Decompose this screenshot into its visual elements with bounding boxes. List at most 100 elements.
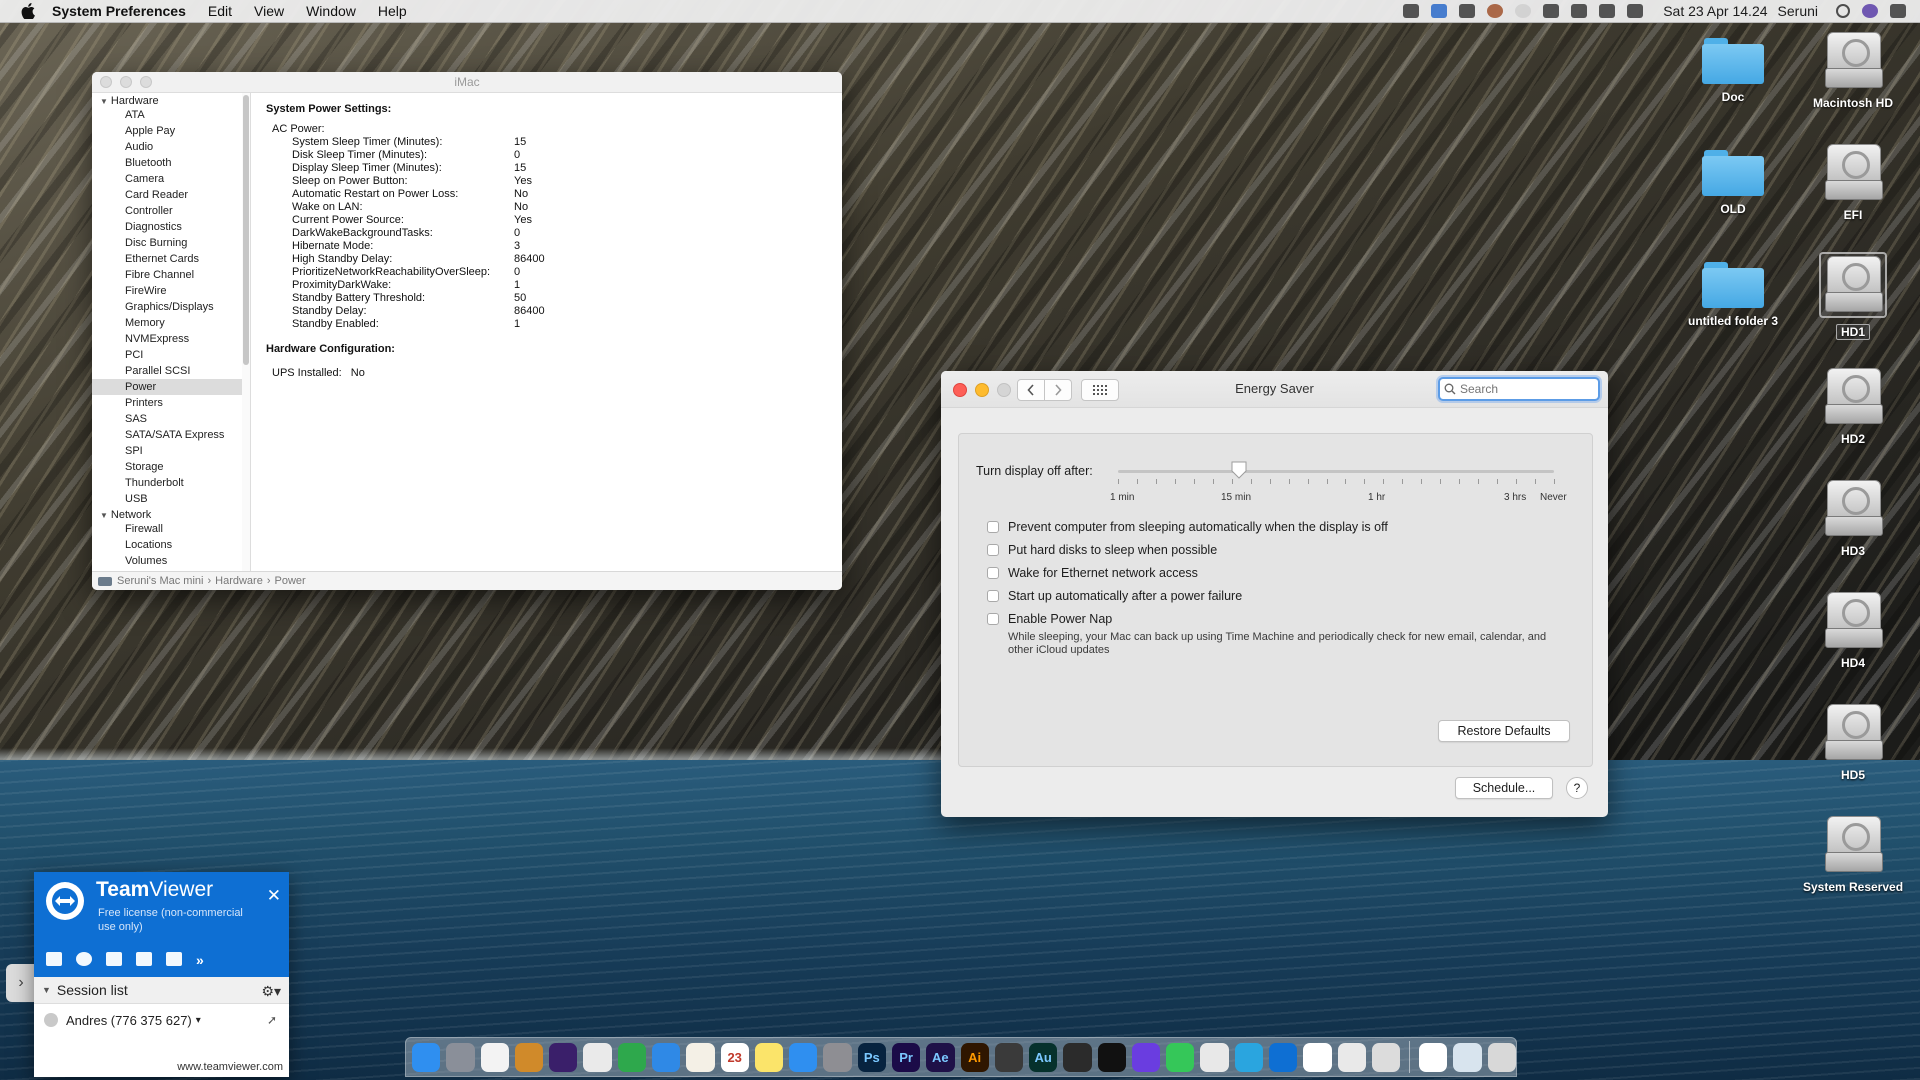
dock-chrome-icon[interactable] [1200, 1042, 1229, 1072]
pointer-arrow-icon[interactable]: ➚ [267, 1013, 277, 1027]
dock-messages-icon[interactable] [1166, 1042, 1195, 1072]
activity-icon[interactable] [1571, 4, 1588, 18]
chat-icon[interactable] [106, 952, 122, 966]
sidebar-item[interactable]: Bluetooth [92, 155, 242, 171]
close-button[interactable] [100, 76, 112, 88]
dock-calendar-icon[interactable]: 23 [720, 1042, 749, 1072]
tree-group-network[interactable]: Network [92, 507, 242, 521]
minimize-button[interactable] [120, 76, 132, 88]
menu-user[interactable]: Seruni [1778, 3, 1818, 19]
sidebar-item[interactable]: Disc Burning [92, 235, 242, 251]
status-app-icon[interactable] [1403, 4, 1420, 18]
desktop-folder-untitled-3[interactable]: untitled folder 3 [1668, 262, 1798, 328]
desktop-drive-hd1[interactable]: HD1 [1788, 252, 1918, 340]
cursor-icon[interactable] [1543, 4, 1560, 18]
dock-app-icon[interactable] [549, 1042, 578, 1072]
dock-app4-icon[interactable] [1303, 1042, 1332, 1072]
sidebar-item[interactable]: Audio [92, 139, 242, 155]
dock-system-preferences-icon[interactable] [823, 1042, 852, 1072]
tools-icon[interactable] [166, 952, 182, 966]
option-prevent-sleep[interactable]: Prevent computer from sleeping automatic… [987, 520, 1388, 534]
menu-clock[interactable]: Sat 23 Apr 14.24 [1663, 3, 1767, 19]
sidebar-item[interactable]: Thunderbolt [92, 475, 242, 491]
display-sleep-slider[interactable] [1118, 470, 1554, 473]
dock-launchpad-icon[interactable] [446, 1042, 475, 1072]
session-contact[interactable]: Andres (776 375 627) ▾ ➚ [34, 1004, 289, 1036]
sidebar-item[interactable]: Controller [92, 203, 242, 219]
dock-safari-icon[interactable] [651, 1042, 681, 1072]
option-startup-power-failure[interactable]: Start up automatically after a power fai… [987, 589, 1242, 603]
dock-app6-icon[interactable] [1371, 1042, 1401, 1072]
menu-edit[interactable]: Edit [208, 3, 232, 19]
checkbox[interactable] [987, 567, 999, 579]
sidebar-item[interactable]: Parallel SCSI [92, 363, 242, 379]
sidebar-item[interactable]: PCI [92, 347, 242, 363]
sidebar-scrollbar[interactable] [242, 93, 251, 571]
sidebar-item[interactable]: Locations [92, 537, 242, 553]
menu-window[interactable]: Window [306, 3, 356, 19]
dock-game-icon[interactable] [514, 1042, 544, 1072]
cloud-icon[interactable] [1515, 4, 1532, 18]
dropbox-icon[interactable] [1459, 4, 1476, 18]
sidebar-item[interactable]: USB [92, 491, 242, 507]
desktop-folder-doc[interactable]: Doc [1668, 38, 1798, 104]
clipboard-icon[interactable] [136, 952, 152, 966]
sidebar-item[interactable]: Printers [92, 395, 242, 411]
dock-trash-icon[interactable] [1487, 1042, 1516, 1072]
gear-icon[interactable]: ⚙▾ [261, 983, 281, 1000]
zoom-button[interactable] [140, 76, 152, 88]
scrollbar-thumb[interactable] [243, 95, 249, 365]
desktop-drive-hd5[interactable]: HD5 [1788, 704, 1918, 782]
status-app2-icon[interactable] [1487, 4, 1504, 18]
sidebar-item[interactable]: SAS [92, 411, 242, 427]
dock-app-store-icon[interactable] [789, 1042, 818, 1072]
sidebar-item[interactable]: SATA/SATA Express [92, 427, 242, 443]
dock-photoshop-icon[interactable]: Ps [857, 1042, 886, 1072]
dock-finder-icon[interactable] [412, 1042, 441, 1072]
dock-final-cut-icon[interactable] [994, 1042, 1024, 1072]
schedule-button[interactable]: Schedule... [1455, 777, 1553, 799]
search-field[interactable] [1438, 377, 1600, 401]
help-button[interactable]: ? [1566, 777, 1588, 799]
dock-numbers-icon[interactable] [617, 1042, 646, 1072]
dock-telegram-icon[interactable] [1234, 1042, 1264, 1072]
volume-icon[interactable] [1627, 4, 1644, 18]
window-titlebar[interactable]: Energy Saver [941, 371, 1608, 408]
desktop-drive-efi[interactable]: EFI [1788, 144, 1918, 222]
session-list-header[interactable]: ▼ Session list ⚙▾ [34, 977, 289, 1004]
chevron-down-icon[interactable]: ▾ [196, 1015, 201, 1026]
dock-notes-icon[interactable] [686, 1042, 715, 1072]
sidebar-item[interactable]: Firewall [92, 521, 242, 537]
menu-help[interactable]: Help [378, 3, 407, 19]
option-disk-sleep[interactable]: Put hard disks to sleep when possible [987, 543, 1217, 557]
sidebar-item[interactable]: Memory [92, 315, 242, 331]
spotlight-search-icon[interactable] [1836, 4, 1850, 18]
desktop-drive-hd2[interactable]: HD2 [1788, 368, 1918, 446]
option-wake-ethernet[interactable]: Wake for Ethernet network access [987, 566, 1198, 580]
checkbox[interactable] [987, 590, 999, 602]
dock-audition-icon[interactable]: Au [1029, 1042, 1058, 1072]
sidebar-item[interactable]: Diagnostics [92, 219, 242, 235]
sidebar-item[interactable]: Storage [92, 459, 242, 475]
sidebar-item[interactable]: ATA [92, 107, 242, 123]
sidebar-item[interactable]: Volumes [92, 553, 242, 569]
sidebar-item[interactable]: Fibre Channel [92, 267, 242, 283]
close-icon[interactable]: ✕ [267, 886, 281, 906]
collapse-triangle-icon[interactable]: ▼ [42, 985, 51, 995]
video-call-icon[interactable] [46, 952, 62, 966]
sidebar-item[interactable]: Camera [92, 171, 242, 187]
dock-teamviewer-icon[interactable] [1269, 1042, 1298, 1072]
teamviewer-status-icon[interactable] [1431, 4, 1448, 18]
sidebar-item[interactable]: Graphics/Displays [92, 299, 242, 315]
apple-menu-icon[interactable] [20, 3, 36, 19]
sidebar-item[interactable]: FireWire [92, 283, 242, 299]
dock-illustrator-icon[interactable]: Ai [960, 1042, 989, 1072]
desktop-drive-hd4[interactable]: HD4 [1788, 592, 1918, 670]
sidebar-item[interactable]: Ethernet Cards [92, 251, 242, 267]
dock-premiere-icon[interactable]: Pr [891, 1042, 921, 1072]
dock-stickies-icon[interactable] [754, 1042, 784, 1072]
path-segment-power[interactable]: Power [275, 572, 306, 591]
dock-configurator-icon[interactable] [583, 1042, 612, 1072]
dock-document-icon[interactable] [1419, 1042, 1448, 1072]
checkbox[interactable] [987, 521, 999, 533]
